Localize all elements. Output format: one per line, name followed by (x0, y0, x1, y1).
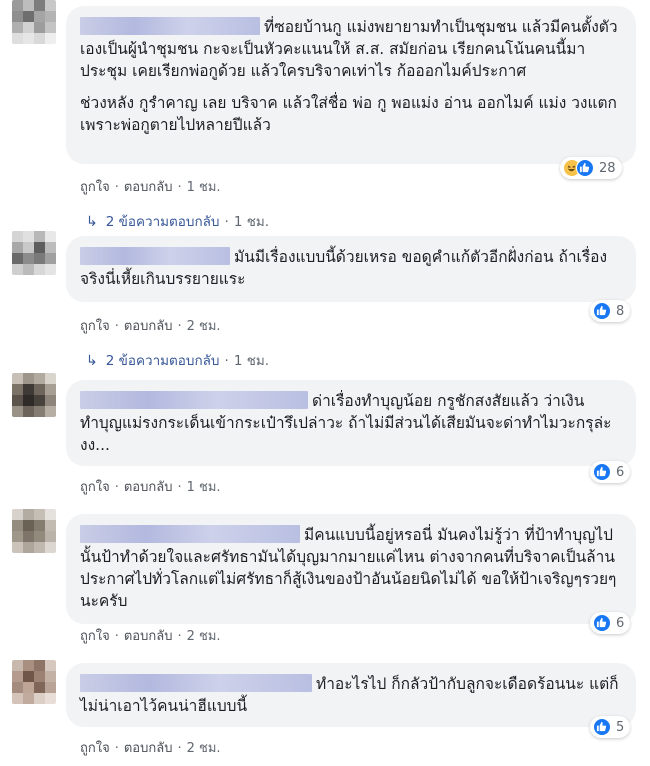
like-icon (593, 718, 611, 736)
comment-time[interactable]: 2 ชม. (187, 319, 221, 334)
comment-bubble: มีคนแบบนี้อยู่หรอนี่ มันคงไม่รู้ว่า ที่ป… (66, 514, 636, 624)
reply-arrow-icon: ↳ (86, 353, 98, 369)
comment-paragraph: ที่ซอยบ้านกู แม่งพยายามทำเป็นชุมชน แล้วม… (80, 17, 618, 80)
replies-time: 1 ชม. (233, 214, 270, 230)
comment-paragraph: ทำอะไรไป ก็กลัวป้ากับลูกจะเดือดร้อนนะ แต… (80, 674, 619, 715)
like-icon (576, 159, 594, 177)
comment-actions: ถูกใจ · ตอบกลับ · 2 ชม. (80, 319, 221, 334)
comment-paragraph: มีคนแบบนี้อยู่หรอนี่ มันคงไม่รู้ว่า ที่ป… (80, 525, 617, 610)
avatar[interactable] (12, 509, 56, 553)
reply-link[interactable]: ตอบกลับ (124, 629, 173, 644)
reactions-summary[interactable]: 6 (590, 612, 631, 634)
like-link[interactable]: ถูกใจ (80, 480, 110, 495)
replies-count-label[interactable]: 2 ข้อความตอบกลับ (106, 353, 220, 369)
comment-bubble: ด่าเรื่องทำบุญน้อย กรูชักสงสัยแล้ว ว่าเง… (66, 380, 636, 466)
reply-link[interactable]: ตอบกลับ (124, 480, 173, 495)
commenter-name[interactable] (80, 525, 300, 543)
reply-link[interactable]: ตอบกลับ (124, 180, 173, 195)
reply-link[interactable]: ตอบกลับ (124, 741, 173, 756)
reply-arrow-icon: ↳ (86, 214, 98, 230)
like-link[interactable]: ถูกใจ (80, 319, 110, 334)
reactions-summary[interactable]: 28 (560, 157, 622, 179)
comment-paragraph: ช่วงหลัง กูรำคาญ เลย บริจาค แล้วใส่ชื่อ … (80, 94, 617, 134)
reaction-count: 6 (616, 615, 625, 631)
view-replies[interactable]: ↳ 2 ข้อความตอบกลับ · 1 ชม. (86, 210, 269, 232)
comment-bubble: ที่ซอยบ้านกู แม่งพยายามทำเป็นชุมชน แล้วม… (66, 6, 636, 164)
comment-bubble: มันมีเรื่องแบบนี้ด้วยเหรอ ขอดูคำแก้ตัวอี… (66, 236, 636, 302)
comment-paragraph: ด่าเรื่องทำบุญน้อย กรูชักสงสัยแล้ว ว่าเง… (80, 391, 612, 454)
like-icon (593, 614, 611, 632)
commenter-name[interactable] (80, 391, 308, 409)
avatar[interactable] (12, 660, 56, 704)
comment-actions: ถูกใจ · ตอบกลับ · 2 ชม. (80, 741, 221, 756)
comment-bubble: ทำอะไรไป ก็กลัวป้ากับลูกจะเดือดร้อนนะ แต… (66, 663, 636, 727)
like-icon (593, 463, 611, 481)
like-link[interactable]: ถูกใจ (80, 629, 110, 644)
comment-paragraph: มันมีเรื่องแบบนี้ด้วยเหรอ ขอดูคำแก้ตัวอี… (80, 247, 608, 288)
reaction-count: 28 (599, 160, 616, 176)
comment-actions: ถูกใจ · ตอบกลับ · 2 ชม. (80, 629, 221, 644)
comment-time[interactable]: 2 ชม. (187, 629, 221, 644)
replies-count-label[interactable]: 2 ข้อความตอบกลับ (106, 214, 220, 230)
like-icon (593, 302, 611, 320)
replies-time: 1 ชม. (233, 353, 270, 369)
commenter-name[interactable] (80, 247, 230, 265)
comment-time[interactable]: 1 ชม. (187, 180, 221, 195)
like-link[interactable]: ถูกใจ (80, 180, 110, 195)
reactions-summary[interactable]: 5 (590, 716, 631, 738)
like-link[interactable]: ถูกใจ (80, 741, 110, 756)
avatar[interactable] (12, 231, 56, 275)
view-replies[interactable]: ↳ 2 ข้อความตอบกลับ · 1 ชม. (86, 349, 269, 371)
comment-actions: ถูกใจ · ตอบกลับ · 1 ชม. (80, 480, 221, 495)
commenter-name[interactable] (80, 674, 312, 692)
avatar[interactable] (12, 373, 56, 417)
reply-link[interactable]: ตอบกลับ (124, 319, 173, 334)
reaction-count: 8 (616, 303, 625, 319)
reaction-count: 5 (616, 719, 625, 735)
reactions-summary[interactable]: 6 (590, 461, 631, 483)
comment-time[interactable]: 1 ชม. (187, 480, 221, 495)
comment-time[interactable]: 2 ชม. (187, 741, 221, 756)
reactions-summary[interactable]: 8 (590, 300, 631, 322)
reaction-count: 6 (616, 464, 625, 480)
avatar[interactable] (12, 0, 56, 44)
commenter-name[interactable] (80, 17, 260, 35)
comment-actions: ถูกใจ · ตอบกลับ · 1 ชม. (80, 180, 221, 195)
